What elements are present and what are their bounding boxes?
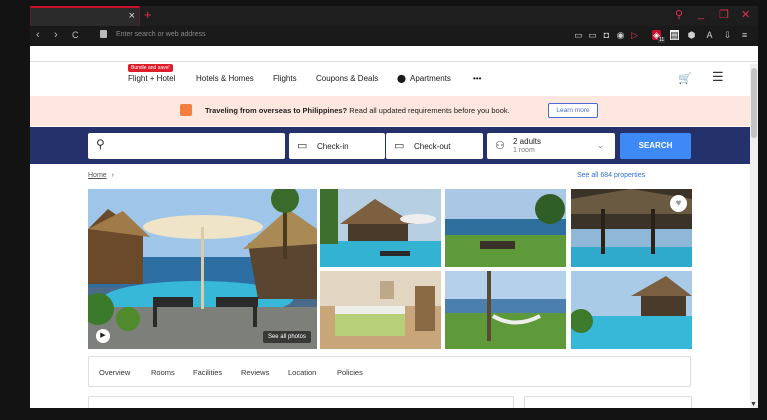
nav-flights[interactable]: Flights — [273, 74, 297, 83]
site-nav: Bundle and save! Flight + Hotel Hotels &… — [30, 64, 750, 96]
account-icon[interactable]: A — [705, 30, 714, 40]
send-icon[interactable]: ▷ — [630, 30, 639, 40]
content-cards — [88, 396, 692, 408]
chevron-down-icon: ⌄ — [597, 141, 604, 150]
checkin-field[interactable]: ▭ Check-in — [289, 133, 385, 159]
browser-window: × + ⚲ _ ❐ ✕ ‹ › C Enter search or web ad… — [0, 0, 767, 420]
forward-icon[interactable]: › — [54, 29, 58, 41]
lock-icon — [100, 30, 107, 38]
people-icon: ⚇ — [495, 140, 505, 152]
tab-location[interactable]: Location — [288, 368, 316, 377]
new-tab-button[interactable]: + — [144, 7, 152, 22]
property-tabs: Overview Rooms Facilities Reviews Locati… — [88, 356, 691, 387]
guests-label: 2 adults — [513, 137, 542, 146]
overview-card — [88, 396, 514, 408]
nav-flight-hotel[interactable]: Flight + Hotel — [128, 74, 175, 83]
menu-icon[interactable]: ≡ — [740, 30, 749, 40]
wallet-icon[interactable]: ▤ — [670, 30, 679, 40]
favorite-heart-icon[interactable]: ♥ — [670, 195, 687, 212]
tab-bar: × + ⚲ _ ❐ ✕ — [30, 6, 758, 26]
close-window-button[interactable]: ✕ — [741, 8, 750, 21]
gallery-photo-hammock[interactable] — [445, 271, 566, 349]
image-icon[interactable]: ▭ — [588, 30, 597, 40]
cube-icon[interactable]: ⬢ — [687, 30, 696, 40]
scrollbar-thumb[interactable] — [751, 68, 757, 138]
apartments-icon: ⬤ — [397, 74, 406, 83]
checkin-label: Check-in — [317, 142, 349, 151]
address-bar-row: ‹ › C Enter search or web address ▭ ▭ ◘ … — [30, 26, 758, 46]
calendar-icon: ▭ — [297, 140, 308, 152]
search-icon: ⚲ — [96, 137, 105, 151]
camera-icon[interactable]: ◘ — [602, 30, 611, 40]
checkout-label: Check-out — [414, 142, 451, 151]
tab-rooms[interactable]: Rooms — [151, 368, 175, 377]
nav-coupons-deals[interactable]: Coupons & Deals — [316, 74, 378, 83]
tab-facilities[interactable]: Facilities — [193, 368, 222, 377]
shield-icon[interactable]: ◉ — [616, 30, 625, 40]
back-icon[interactable]: ‹ — [36, 29, 40, 41]
nav-more[interactable]: ••• — [473, 74, 481, 83]
side-card — [524, 396, 692, 408]
restore-button[interactable]: ❐ — [719, 8, 729, 21]
hammock-image — [445, 271, 566, 349]
gallery-photo-room[interactable] — [320, 271, 441, 349]
cabana-pool-image — [571, 271, 692, 349]
cottage-pool-image — [320, 189, 441, 267]
download-icon[interactable]: ⇩ — [723, 30, 732, 40]
photo-gallery: ▶ See all photos ♥ — [88, 189, 692, 349]
browser-tab[interactable]: × — [30, 6, 140, 26]
close-tab-icon[interactable]: × — [129, 10, 135, 22]
scrollbar[interactable]: ▼ — [750, 64, 758, 408]
seaside-lawn-image — [445, 189, 566, 267]
scroll-down-icon[interactable]: ▼ — [750, 401, 757, 408]
see-all-photos-button[interactable]: See all photos — [262, 331, 311, 343]
play-video-icon[interactable]: ▶ — [96, 329, 110, 343]
search-button[interactable]: SEARCH — [620, 133, 691, 159]
gallery-photo-lawn[interactable] — [445, 189, 566, 267]
rooms-label: 1 room — [513, 147, 535, 154]
see-all-properties-link[interactable]: See all 684 properties — [577, 172, 645, 179]
hamburger-icon[interactable]: ☰ — [712, 69, 724, 85]
url-input[interactable]: Enter search or web address — [116, 31, 206, 38]
pool-resort-image — [88, 189, 317, 349]
gallery-photo-villa[interactable]: ♥ — [571, 189, 692, 267]
breadcrumb-separator: › — [111, 172, 114, 179]
bundle-badge: Bundle and save! — [128, 64, 173, 72]
travel-banner: Traveling from overseas to Philippines? … — [30, 96, 750, 126]
search-bar: ⚲ ▭ Check-in ▭ Check-out ⚇ 2 adults 1 ro… — [30, 127, 750, 164]
page-top-strip — [30, 46, 758, 62]
gallery-photo-cabana[interactable] — [571, 271, 692, 349]
tab-overview[interactable]: Overview — [99, 368, 130, 377]
calendar-icon: ▭ — [394, 140, 405, 152]
web-page: ▼ Bundle and save! Flight + Hotel Hotels… — [30, 46, 758, 408]
search-tabs-icon[interactable]: ⚲ — [675, 8, 683, 21]
tab-reviews[interactable]: Reviews — [241, 368, 269, 377]
reader-icon[interactable]: ▭ — [574, 30, 583, 40]
learn-more-button[interactable]: Learn more — [548, 103, 598, 118]
bedroom-image — [320, 271, 441, 349]
nav-hotels-homes[interactable]: Hotels & Homes — [196, 74, 254, 83]
cart-icon[interactable]: 🛒 — [678, 72, 692, 85]
tab-policies[interactable]: Policies — [337, 368, 363, 377]
nav-apartments[interactable]: Apartments — [410, 74, 451, 83]
breadcrumb-home[interactable]: Home — [88, 172, 107, 179]
extension-badge: 11 — [658, 37, 666, 43]
checkout-field[interactable]: ▭ Check-out — [386, 133, 483, 159]
main-photo[interactable]: ▶ See all photos — [88, 189, 317, 349]
reload-icon[interactable]: C — [72, 30, 79, 40]
gallery-photo-cottage[interactable] — [320, 189, 441, 267]
breadcrumb: Home › — [88, 172, 114, 179]
banner-text: Traveling from overseas to Philippines? … — [205, 106, 510, 115]
guests-field[interactable]: ⚇ 2 adults 1 room ⌄ — [487, 133, 615, 159]
minimize-button[interactable]: _ — [698, 8, 704, 20]
destination-input[interactable]: ⚲ — [88, 133, 285, 159]
suitcase-icon — [180, 104, 192, 116]
